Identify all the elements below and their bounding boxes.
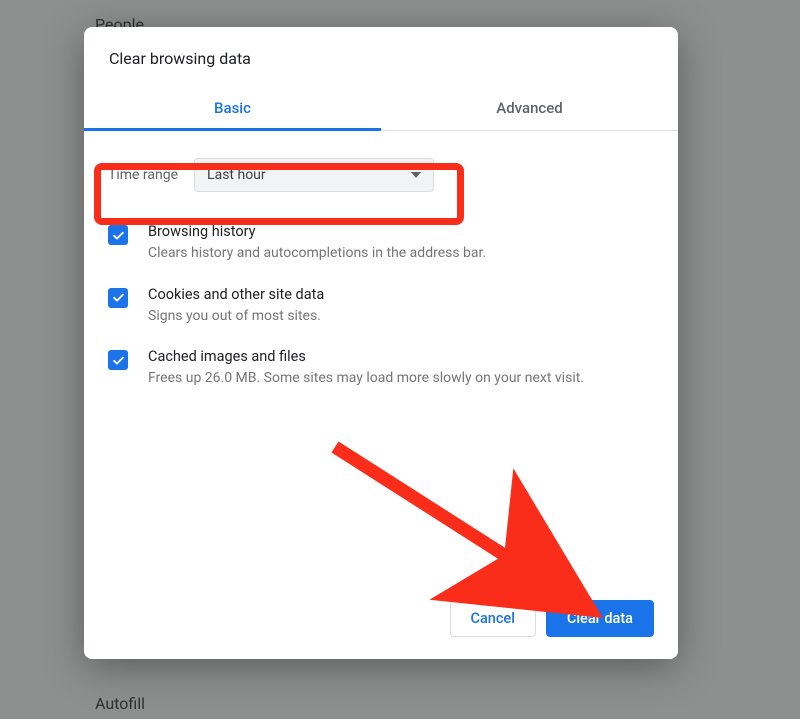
checkbox-browsing-history[interactable] (108, 225, 128, 245)
option-title: Browsing history (148, 223, 486, 240)
option-browsing-history: Browsing history Clears history and auto… (108, 223, 654, 264)
tab-basic-label: Basic (214, 99, 251, 117)
dialog-tabs: Basic Advanced (84, 86, 678, 131)
cancel-button[interactable]: Cancel (450, 600, 536, 637)
option-texts: Browsing history Clears history and auto… (148, 223, 486, 264)
dialog-button-row: Cancel Clear data (84, 600, 678, 659)
option-cached: Cached images and files Frees up 26.0 MB… (108, 348, 654, 389)
option-cookies: Cookies and other site data Signs you ou… (108, 286, 654, 327)
checkmark-icon (111, 228, 126, 243)
option-desc: Frees up 26.0 MB. Some sites may load mo… (148, 369, 584, 389)
time-range-label: Time range (108, 167, 178, 183)
option-texts: Cookies and other site data Signs you ou… (148, 286, 324, 327)
options-list: Browsing history Clears history and auto… (84, 213, 678, 389)
tab-advanced[interactable]: Advanced (381, 86, 678, 130)
option-title: Cookies and other site data (148, 286, 324, 303)
checkbox-cached[interactable] (108, 350, 128, 370)
clear-browsing-data-dialog: Clear browsing data Basic Advanced Time … (84, 27, 678, 659)
option-title: Cached images and files (148, 348, 584, 365)
tab-basic[interactable]: Basic (84, 86, 381, 130)
tab-advanced-label: Advanced (496, 99, 562, 117)
time-range-value: Last hour (207, 167, 266, 183)
option-texts: Cached images and files Frees up 26.0 MB… (148, 348, 584, 389)
time-range-row: Time range Last hour (99, 149, 663, 201)
checkmark-icon (111, 290, 126, 305)
chevron-down-icon (411, 172, 421, 178)
clear-data-button[interactable]: Clear data (546, 600, 654, 637)
time-range-select[interactable]: Last hour (194, 158, 434, 192)
checkmark-icon (111, 353, 126, 368)
option-desc: Clears history and autocompletions in th… (148, 244, 486, 264)
checkbox-cookies[interactable] (108, 288, 128, 308)
dialog-title: Clear browsing data (84, 27, 678, 86)
option-desc: Signs you out of most sites. (148, 307, 324, 327)
